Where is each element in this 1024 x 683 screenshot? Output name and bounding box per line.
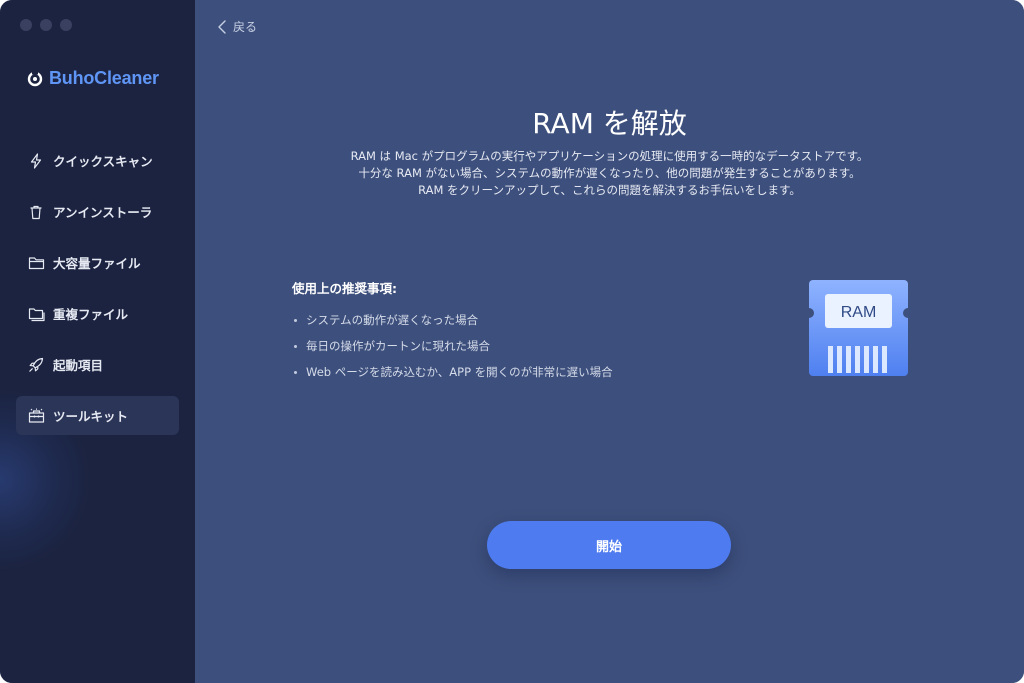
sidebar-item-label: 重複ファイル [53, 307, 129, 322]
description-line: 十分な RAM がない場合、システムの動作が遅くなったり、他の問題が発生すること… [358, 166, 861, 180]
sidebar-item-startup-items[interactable]: 起動項目 [16, 345, 179, 384]
list-item: システムの動作が遅くなった場合 [292, 307, 712, 333]
folder-icon [26, 253, 46, 273]
sidebar-item-label: クイックスキャン [53, 154, 153, 169]
description-line: RAM は Mac がプログラムの実行やアプリケーションの処理に使用する一時的な… [350, 149, 869, 163]
zoom-window-button[interactable] [60, 19, 72, 31]
main-panel: 戻る RAM を解放 RAM は Mac がプログラムの実行やアプリケーションの… [195, 0, 1024, 683]
sidebar-item-large-files[interactable]: 大容量ファイル [16, 243, 179, 282]
sidebar-item-label: 起動項目 [53, 358, 104, 373]
sidebar-item-uninstaller[interactable]: アンインストーラ [16, 192, 179, 231]
trash-icon [26, 202, 46, 222]
sidebar-item-duplicate-files[interactable]: 重複ファイル [16, 294, 179, 333]
back-button[interactable]: 戻る [217, 18, 257, 35]
recommendations-list: システムの動作が遅くなった場合 毎日の操作がカートンに現れた場合 Web ページ… [292, 307, 712, 385]
list-item: Web ページを読み込むか、APP を開くのが非常に遅い場合 [292, 359, 712, 385]
list-item: 毎日の操作がカートンに現れた場合 [292, 333, 712, 359]
ram-chip-label: RAM [841, 304, 877, 321]
sidebar-item-quick-scan[interactable]: クイックスキャン [16, 141, 179, 180]
buhocleaner-logo-icon [27, 71, 43, 86]
recommendations-title: 使用上の推奨事項: [292, 281, 397, 296]
description-line: RAM をクリーンアップして、これらの問題を解決するお手伝いをします。 [418, 183, 801, 197]
back-label: 戻る [233, 20, 258, 34]
sidebar-item-label: ツールキット [53, 409, 129, 424]
recommendations-section: 使用上の推奨事項: システムの動作が遅くなった場合 毎日の操作がカートンに現れた… [292, 278, 712, 385]
page-description: RAM は Mac がプログラムの実行やアプリケーションの処理に使用する一時的な… [195, 148, 1024, 199]
bullet-icon [294, 344, 297, 348]
brand: BuhoCleaner [27, 68, 159, 89]
bullet-icon [294, 318, 297, 322]
window-controls [20, 19, 72, 31]
sidebar: BuhoCleaner クイックスキャン アンインストーラ 大容量ファイル 重複… [0, 0, 195, 683]
sidebar-item-toolkit[interactable]: ツールキット [16, 396, 179, 435]
list-item-text: Web ページを読み込むか、APP を開くのが非常に遅い場合 [306, 365, 613, 379]
ram-chip-icon: RAM [809, 280, 908, 376]
list-item-text: システムの動作が遅くなった場合 [306, 313, 479, 327]
rocket-icon [26, 355, 46, 375]
app-window: BuhoCleaner クイックスキャン アンインストーラ 大容量ファイル 重複… [0, 0, 1024, 683]
chevron-left-icon [218, 19, 226, 34]
list-item-text: 毎日の操作がカートンに現れた場合 [306, 339, 490, 353]
sidebar-item-label: アンインストーラ [53, 205, 153, 220]
page-title: RAM を解放 [532, 107, 687, 140]
sidebar-item-label: 大容量ファイル [53, 256, 141, 271]
toolkit-icon [26, 406, 46, 426]
lightning-icon [26, 151, 46, 171]
bullet-icon [294, 370, 297, 374]
minimize-window-button[interactable] [40, 19, 52, 31]
brand-name: BuhoCleaner [49, 68, 159, 88]
duplicate-folder-icon [26, 304, 46, 324]
sidebar-nav: クイックスキャン アンインストーラ 大容量ファイル 重複ファイル 起動項目 ツー… [16, 141, 179, 447]
start-button[interactable]: 開始 [487, 521, 731, 569]
close-window-button[interactable] [20, 19, 32, 31]
